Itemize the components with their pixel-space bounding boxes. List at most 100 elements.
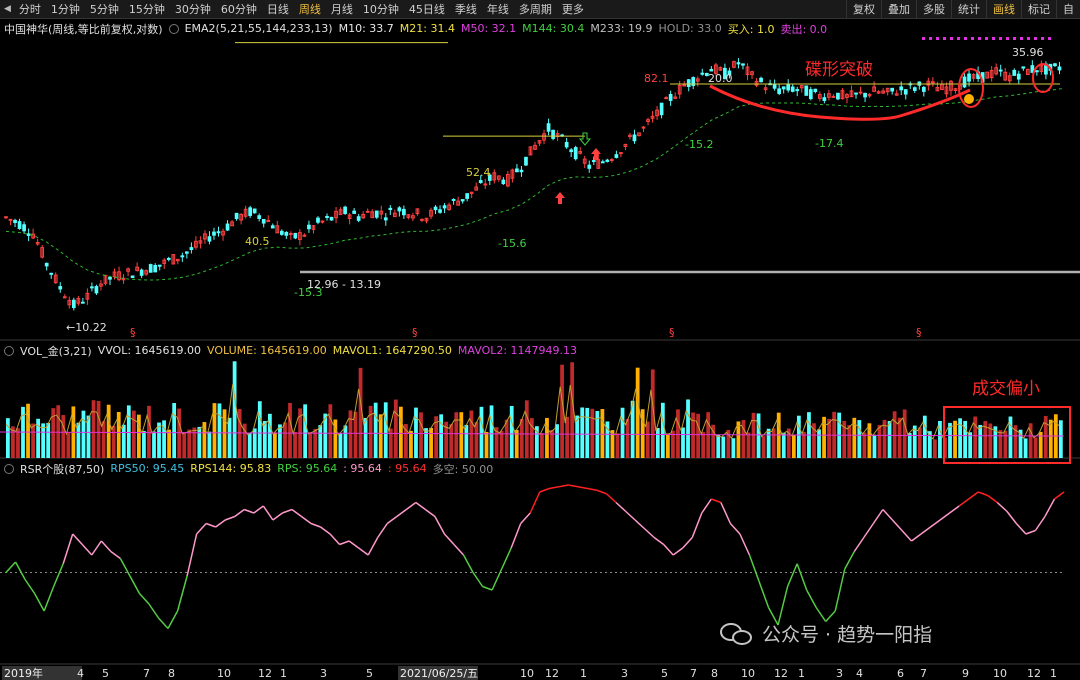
watermark: 公众号 · 趋势一阳指 xyxy=(720,620,932,647)
rsr-segment xyxy=(72,533,83,546)
volume-bar xyxy=(847,425,852,458)
volume-bar xyxy=(66,432,71,458)
sell-dot xyxy=(950,37,953,40)
rsr-segment xyxy=(605,493,617,504)
candle-body xyxy=(931,81,935,84)
label-drop-2: -15.6 xyxy=(498,237,526,250)
sell-dot xyxy=(1041,37,1044,40)
candle-body xyxy=(1057,66,1062,71)
volume-bar xyxy=(524,400,529,458)
volume-bar xyxy=(565,416,570,458)
rsr-segment xyxy=(91,540,102,556)
candle-body xyxy=(1016,73,1021,80)
candle-body xyxy=(320,220,325,223)
rsr-segment xyxy=(577,486,588,490)
volume-bar xyxy=(676,409,680,458)
candle-body xyxy=(302,234,307,237)
candle-body xyxy=(519,169,524,173)
volume-bar xyxy=(237,409,242,458)
candle-body xyxy=(831,95,836,98)
x-tick-19: 12 xyxy=(774,667,788,680)
candle-body xyxy=(786,83,791,91)
ema-line xyxy=(5,87,1065,281)
candle-body xyxy=(967,73,971,82)
candle-body xyxy=(659,102,664,116)
candle-body xyxy=(212,231,216,236)
rsr-segment xyxy=(462,554,474,573)
rsr-segment xyxy=(62,533,74,564)
volume-bar xyxy=(393,399,398,458)
sell-dot xyxy=(1048,37,1051,40)
volume-bar xyxy=(1043,415,1048,458)
sell-dot xyxy=(971,37,974,40)
rsr-segment xyxy=(949,505,960,514)
candle-body xyxy=(189,247,194,250)
rsr-segment xyxy=(968,491,979,500)
x-tick-10: 2021/06/25/五 xyxy=(400,667,478,680)
candle-body xyxy=(451,198,456,201)
volume-bar xyxy=(414,407,418,458)
volume-bar xyxy=(540,433,544,458)
rsr-segment xyxy=(901,529,913,542)
rsr-segment xyxy=(834,568,846,612)
candle-body xyxy=(781,86,786,90)
rsr-segment xyxy=(939,512,951,521)
candle-body xyxy=(573,147,578,160)
volume-bar xyxy=(147,405,151,458)
rsr-segment xyxy=(253,505,264,514)
label-level-2: 52.4 xyxy=(466,166,491,179)
rsr-segment xyxy=(729,522,741,535)
candle-body xyxy=(460,199,465,202)
rsr-segment xyxy=(920,526,932,535)
volume-bar xyxy=(892,411,897,458)
rsr-segment xyxy=(301,515,312,525)
candle-body xyxy=(700,72,705,75)
rsr-segment xyxy=(558,484,569,488)
rsr-segment xyxy=(186,533,198,577)
candle-body xyxy=(632,134,637,142)
volume-bar xyxy=(76,422,81,458)
candle-body xyxy=(438,209,442,213)
rsr-segment xyxy=(672,547,684,556)
volume-bar xyxy=(398,406,403,458)
volume-bar xyxy=(1023,438,1028,458)
low-volume-label: 成交偏小 xyxy=(972,379,1040,399)
volume-bar xyxy=(121,424,126,458)
volume-bar xyxy=(383,402,388,458)
candle-body xyxy=(288,232,293,235)
rsr-segment xyxy=(81,543,93,556)
rsr-segment xyxy=(644,528,655,539)
volume-bar xyxy=(31,423,35,458)
watermark-text: 公众号 · 趋势一阳指 xyxy=(762,624,933,646)
candle-body xyxy=(501,179,506,185)
label-drop-4: -17.4 xyxy=(815,137,843,150)
candle-body xyxy=(1035,70,1039,73)
label-low: ←10.22 xyxy=(66,321,107,334)
sell-dot xyxy=(1013,37,1016,40)
volume-bar xyxy=(454,412,459,458)
candle-body xyxy=(352,210,357,214)
candle-body xyxy=(216,231,221,234)
rsr-segment xyxy=(176,575,188,612)
candle-body xyxy=(858,91,863,94)
rsr-segment xyxy=(720,502,732,524)
candle-body xyxy=(257,215,262,219)
volume-bar xyxy=(519,418,524,458)
rsr-segment xyxy=(482,585,493,591)
rsr-segment xyxy=(310,522,321,528)
candle-body xyxy=(13,219,17,223)
sell-arrow-icon xyxy=(578,132,592,146)
sell-dot xyxy=(964,37,967,40)
volume-bar xyxy=(771,428,776,458)
volume-bar xyxy=(81,410,86,458)
rsr-segment xyxy=(996,501,1008,512)
candle-body xyxy=(433,206,438,211)
s-marker-0: § xyxy=(130,326,136,339)
rsr-segment xyxy=(863,523,874,538)
volume-bar xyxy=(273,432,277,458)
x-tick-26: 10 xyxy=(993,667,1007,680)
candle-body xyxy=(808,89,813,100)
volume-bar xyxy=(373,402,378,458)
volume-bar xyxy=(681,427,685,458)
rsr-segment xyxy=(663,543,674,556)
